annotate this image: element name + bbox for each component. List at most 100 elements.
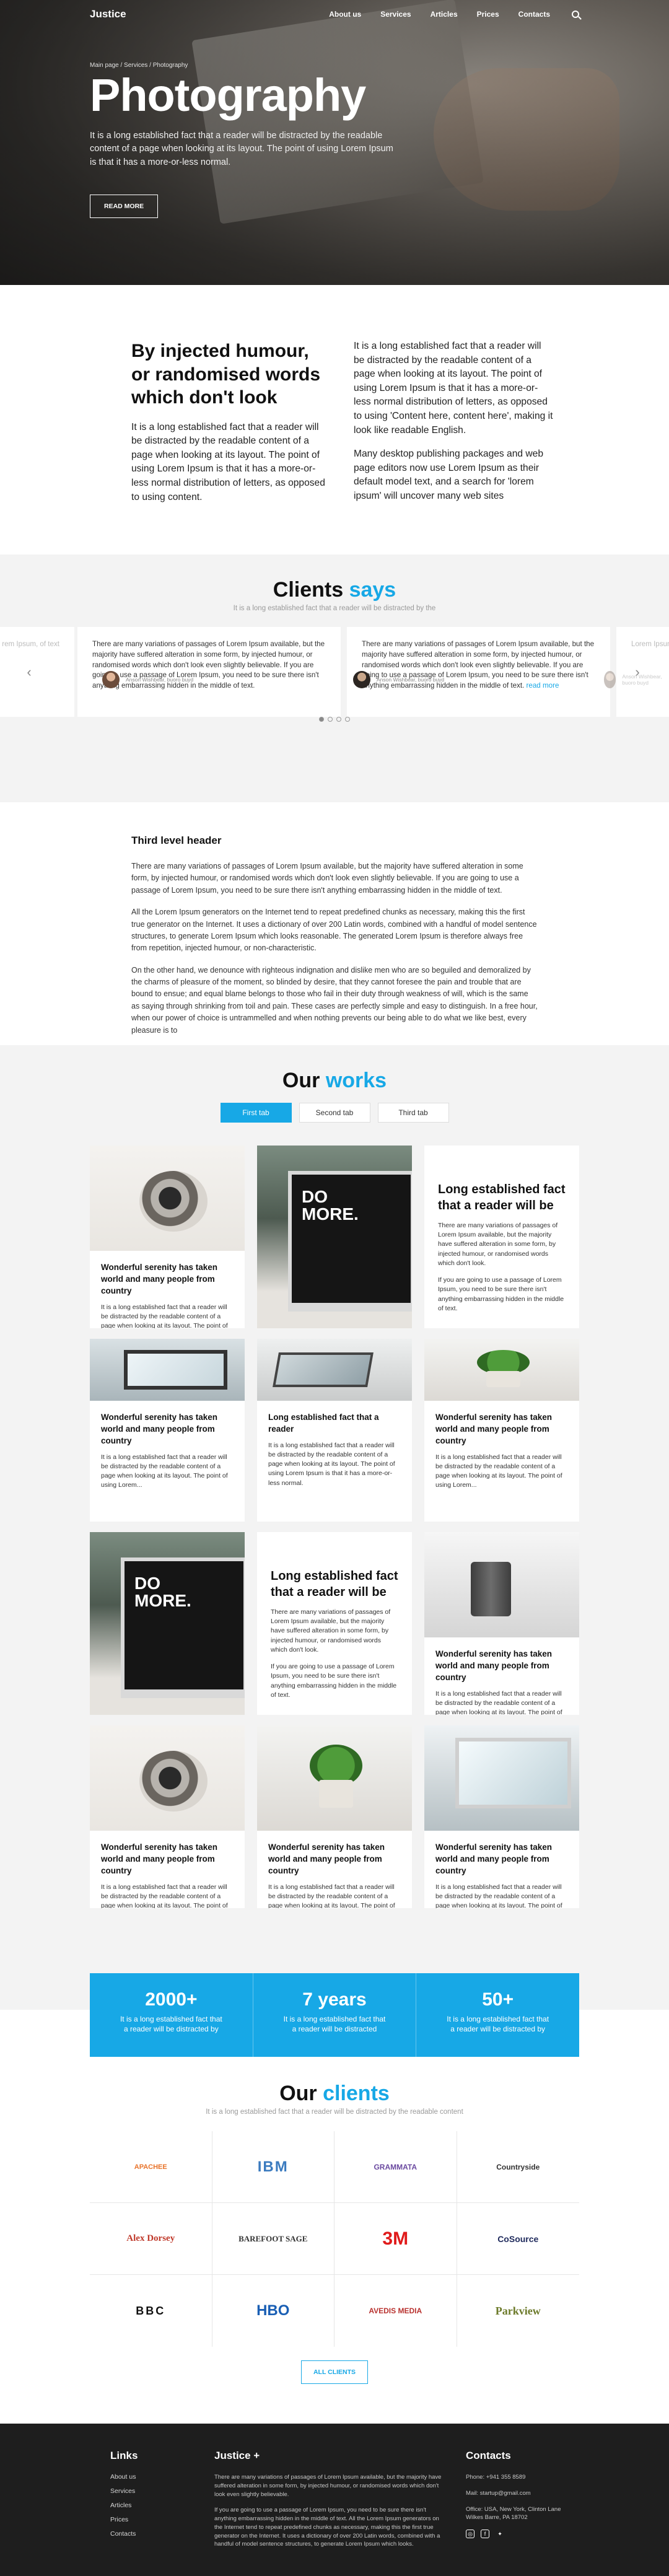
- footer-phone[interactable]: Phone: +941 355 8589: [466, 2473, 565, 2482]
- work-image: [424, 1339, 579, 1401]
- avatar: [604, 671, 616, 688]
- footer-link[interactable]: Prices: [110, 2516, 197, 2523]
- stat-item: 2000+ It is a long established fact that…: [90, 1973, 253, 2057]
- nav-link-prices[interactable]: Prices: [477, 10, 499, 19]
- testimonials-title-accent: says: [349, 578, 396, 602]
- testimonial-author: Anson Wishbear, buoro buyd: [353, 671, 444, 688]
- client-logo[interactable]: APACHEE: [90, 2131, 212, 2203]
- breadcrumb[interactable]: Main page / Services / Photography: [90, 62, 400, 69]
- footer-link[interactable]: About us: [110, 2473, 197, 2481]
- nav-link-about[interactable]: About us: [329, 10, 361, 19]
- footer-office: Office: USA, New York, Clinton Lane Wilk…: [466, 2505, 561, 2521]
- carousel-dot[interactable]: [345, 717, 350, 722]
- work-feature-card[interactable]: Long established fact that a reader will…: [424, 1146, 579, 1328]
- tab-first[interactable]: First tab: [220, 1103, 292, 1123]
- work-feature-card[interactable]: Long established fact that a reader will…: [257, 1532, 412, 1715]
- work-card[interactable]: Wonderful serenity has taken world and m…: [90, 1339, 245, 1522]
- work-text: It is a long established fact that a rea…: [435, 1453, 562, 1489]
- brand-logo[interactable]: Justice: [90, 8, 126, 20]
- stat-label: It is a long established fact that a rea…: [447, 2015, 549, 2034]
- works-title: Our works: [0, 1069, 669, 1093]
- hero-text: It is a long established fact that a rea…: [90, 130, 393, 168]
- facebook-icon[interactable]: f: [481, 2530, 489, 2539]
- work-image: [257, 1725, 412, 1831]
- all-clients-button[interactable]: ALL CLIENTS: [301, 2360, 368, 2384]
- avatar: [353, 671, 370, 688]
- social-links: ◎ f ✦: [466, 2530, 565, 2539]
- feature-text: There are many variations of passages of…: [271, 1608, 391, 1654]
- client-logo[interactable]: BBC: [90, 2275, 212, 2347]
- carousel-dot[interactable]: [328, 717, 333, 722]
- chevron-left-icon[interactable]: ‹: [19, 662, 40, 683]
- work-card[interactable]: Wonderful serenity has taken world and m…: [424, 1532, 579, 1715]
- feature-title: Long established fact that a reader will…: [271, 1569, 398, 1599]
- works-title-accent: works: [325, 1069, 387, 1092]
- client-logo-text: IBM: [257, 2158, 289, 2175]
- works-section: Our works First tab Second tab Third tab…: [0, 1045, 669, 2010]
- work-text: It is a long established fact that a rea…: [268, 1883, 395, 1908]
- client-logo[interactable]: HBO: [212, 2275, 334, 2347]
- work-card[interactable]: Wonderful serenity has taken world and m…: [90, 1146, 245, 1328]
- work-title: Wonderful serenity has taken world and m…: [101, 1842, 218, 1875]
- work-title: Wonderful serenity has taken world and m…: [435, 1649, 553, 1682]
- article-paragraph: On the other hand, we denounce with righ…: [131, 965, 538, 1035]
- works-tabs: First tab Second tab Third tab: [0, 1103, 669, 1123]
- work-card[interactable]: Long established fact that a reader It i…: [257, 1339, 412, 1522]
- tab-second[interactable]: Second tab: [299, 1103, 370, 1123]
- work-image: [90, 1339, 245, 1401]
- client-logo-grid: APACHEE IBM GRAMMATA Countryside Alex Do…: [90, 2131, 579, 2347]
- client-logo[interactable]: Countryside: [457, 2131, 579, 2203]
- top-nav: Justice About us Services Articles Price…: [0, 0, 669, 28]
- nav-link-contacts[interactable]: Contacts: [518, 10, 550, 19]
- tab-third[interactable]: Third tab: [377, 1103, 449, 1123]
- footer-mail[interactable]: Mail: startup@gmail.com: [466, 2489, 565, 2498]
- testimonials-title-main: Clients: [273, 578, 344, 602]
- avatar: [102, 671, 120, 688]
- footer-link[interactable]: Services: [110, 2487, 197, 2495]
- clients-title: Our clients: [0, 2082, 669, 2106]
- client-logo[interactable]: 3M: [334, 2203, 457, 2275]
- footer-link[interactable]: Contacts: [110, 2530, 197, 2538]
- work-image: [257, 1146, 412, 1328]
- carousel-dot[interactable]: [319, 717, 324, 722]
- client-logo[interactable]: IBM: [212, 2131, 334, 2203]
- work-title: Wonderful serenity has taken world and m…: [268, 1842, 385, 1875]
- client-logo[interactable]: AVEDIS MEDIA: [334, 2275, 457, 2347]
- works-title-main: Our: [282, 1069, 320, 1092]
- testimonials-section: Clients says It is a long established fa…: [0, 554, 669, 802]
- nav-link-services[interactable]: Services: [380, 10, 411, 19]
- client-logo[interactable]: Alex Dorsey: [90, 2203, 212, 2275]
- client-logo[interactable]: CoSource: [457, 2203, 579, 2275]
- work-text: It is a long established fact that a rea…: [268, 1441, 395, 1487]
- work-card[interactable]: [90, 1532, 245, 1715]
- read-more-button[interactable]: READ MORE: [90, 194, 159, 218]
- search-icon[interactable]: [572, 11, 579, 18]
- intro-right-paragraph-2: Many desktop publishing packages and web…: [354, 449, 544, 502]
- testimonials-subtitle: It is a long established fact that a rea…: [233, 605, 436, 612]
- instagram-icon[interactable]: ◎: [466, 2530, 474, 2539]
- stat-label: It is a long established fact that a rea…: [120, 2015, 222, 2034]
- intro-heading: By injected humour, or randomised words …: [131, 341, 321, 408]
- client-logo[interactable]: GRAMMATA: [334, 2131, 457, 2203]
- work-image: [424, 1725, 579, 1831]
- author-name: Anson Wishbear, buoro buyd: [126, 677, 194, 683]
- footer-contacts-column: Contacts Phone: +941 355 8589 Mail: star…: [466, 2450, 565, 2539]
- work-card[interactable]: Wonderful serenity has taken world and m…: [424, 1339, 579, 1522]
- carousel-dot[interactable]: [336, 717, 341, 722]
- testimonial-text: Lorem Ipsum in some words which don't Ip…: [631, 640, 669, 648]
- read-more-link[interactable]: read more: [527, 681, 559, 690]
- nav-links: About us Services Articles Prices Contac…: [329, 10, 579, 19]
- intro-left-text: It is a long established fact that a rea…: [131, 421, 325, 502]
- article-paragraph: There are many variations of passages of…: [131, 862, 523, 895]
- work-card[interactable]: [257, 1146, 412, 1328]
- work-card[interactable]: Wonderful serenity has taken world and m…: [90, 1725, 245, 1908]
- twitter-icon[interactable]: ✦: [496, 2530, 504, 2538]
- carousel-dots: [0, 717, 669, 722]
- footer-link[interactable]: Articles: [110, 2502, 197, 2509]
- client-logo[interactable]: Parkview: [457, 2275, 580, 2347]
- work-card[interactable]: Wonderful serenity has taken world and m…: [424, 1725, 579, 1908]
- nav-link-articles[interactable]: Articles: [431, 10, 458, 19]
- work-card[interactable]: Wonderful serenity has taken world and m…: [257, 1725, 412, 1908]
- client-logo[interactable]: BAREFOOT SAGE: [212, 2203, 334, 2275]
- article-paragraph: All the Lorem Ipsum generators on the In…: [131, 908, 537, 953]
